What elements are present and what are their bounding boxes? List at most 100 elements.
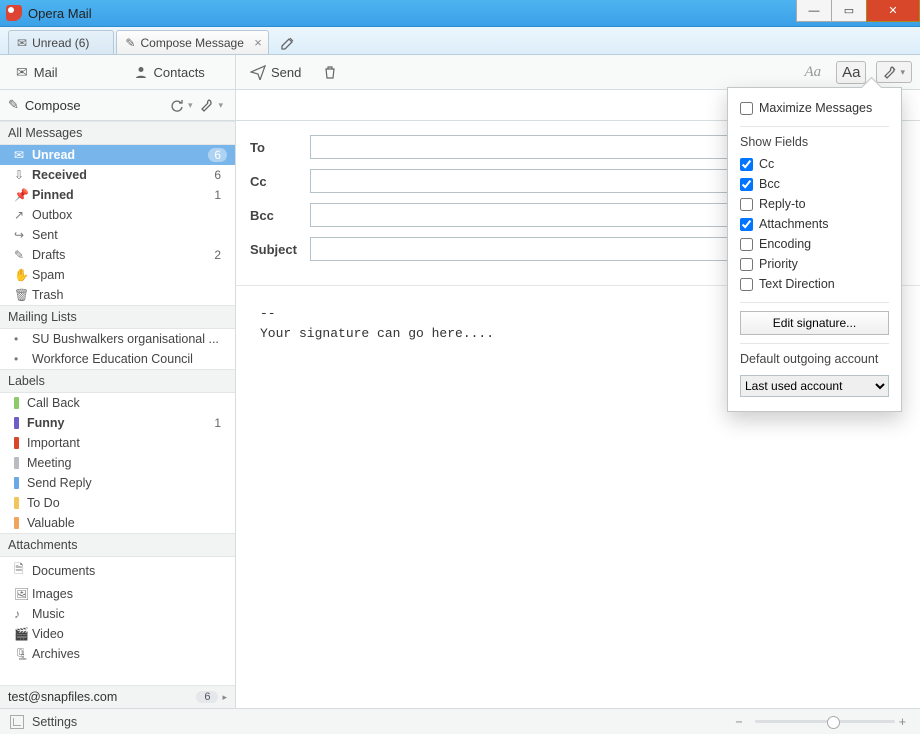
tab-compose[interactable]: ✎ Compose Message ×	[116, 30, 268, 54]
item-label: Pinned	[32, 188, 214, 202]
tab-close-button[interactable]: ×	[254, 35, 262, 50]
sidebar-item-images[interactable]: 🖼Images	[0, 584, 235, 604]
show-field-replyto[interactable]: Reply-to	[740, 194, 889, 214]
trash-icon	[323, 65, 337, 79]
show-field-encoding[interactable]: Encoding	[740, 234, 889, 254]
tab-unread[interactable]: ✉ Unread (6)	[8, 30, 114, 54]
send-button[interactable]: Send	[244, 61, 307, 83]
sidebar-item-workforce-education-council[interactable]: •Workforce Education Council	[0, 349, 235, 369]
zoom-in-button[interactable]: +	[895, 715, 910, 729]
sidebar-item-spam[interactable]: ✋Spam	[0, 265, 235, 285]
checkbox-textdir[interactable]	[740, 278, 753, 291]
sidebar-item-music[interactable]: ♪Music	[0, 604, 235, 624]
item-icon: ⇩	[14, 168, 32, 182]
window-close-button[interactable]: ✕	[866, 0, 920, 22]
checkbox-replyto[interactable]	[740, 198, 753, 211]
item-count: 1	[214, 188, 227, 202]
delete-button[interactable]	[317, 62, 343, 82]
show-field-priority[interactable]: Priority	[740, 254, 889, 274]
panel-toggle-icon[interactable]	[10, 715, 24, 729]
checkbox-attachments[interactable]	[740, 218, 753, 231]
item-label: Important	[27, 436, 227, 450]
font-style-sans-button[interactable]: Aa	[836, 61, 866, 84]
maximize-label: Maximize Messages	[759, 101, 872, 115]
maximize-checkbox[interactable]	[740, 102, 753, 115]
item-label: Funny	[27, 416, 214, 430]
item-icon: ♪	[14, 607, 32, 621]
account-row[interactable]: test@snapfiles.com 6 ▸	[0, 685, 235, 708]
sidebar-item-call-back[interactable]: Call Back	[0, 393, 235, 413]
checkbox-encoding[interactable]	[740, 238, 753, 251]
item-label: Music	[32, 607, 227, 621]
subject-input[interactable]	[310, 237, 750, 261]
window-title: Opera Mail	[28, 6, 92, 21]
show-field-bcc[interactable]: Bcc	[740, 174, 889, 194]
sidebar-item-pinned[interactable]: 📌Pinned1	[0, 185, 235, 205]
sidebar-item-video[interactable]: 🎬Video	[0, 624, 235, 644]
sidebar-item-received[interactable]: ⇩Received6	[0, 165, 235, 185]
checkbox-cc[interactable]	[740, 158, 753, 171]
item-label: SU Bushwalkers organisational ...	[32, 332, 227, 346]
compose-options-panel: Maximize Messages Show Fields CcBccReply…	[727, 87, 902, 412]
opera-icon	[6, 5, 22, 21]
sidebar-item-documents[interactable]: 🗎Documents	[0, 557, 235, 584]
sidebar-item-trash[interactable]: 🗑Trash	[0, 285, 235, 305]
item-label: Outbox	[32, 208, 227, 222]
sidebar-item-sent[interactable]: ↪Sent	[0, 225, 235, 245]
section-attachments[interactable]: Attachments	[0, 533, 235, 557]
new-compose-button[interactable]	[277, 32, 299, 54]
item-icon: 📌	[14, 188, 32, 202]
show-field-textdir[interactable]: Text Direction	[740, 274, 889, 294]
show-field-attachments[interactable]: Attachments	[740, 214, 889, 234]
sidebar-item-to-do[interactable]: To Do	[0, 493, 235, 513]
edit-signature-button[interactable]: Edit signature...	[740, 311, 889, 335]
item-label: Spam	[32, 268, 227, 282]
section-all-messages[interactable]: All Messages	[0, 121, 235, 145]
maximize-messages-option[interactable]: Maximize Messages	[740, 98, 889, 118]
section-mailing-lists[interactable]: Mailing Lists	[0, 305, 235, 329]
envelope-icon: ✉	[17, 36, 27, 50]
sidebar-item-valuable[interactable]: Valuable	[0, 513, 235, 533]
to-input[interactable]	[310, 135, 750, 159]
sidebar-item-important[interactable]: Important	[0, 433, 235, 453]
settings-link[interactable]: Settings	[32, 715, 77, 729]
send-label: Send	[271, 65, 301, 80]
font-style-serif-button[interactable]: Aa	[799, 62, 826, 83]
show-field-cc[interactable]: Cc	[740, 154, 889, 174]
zoom-out-button[interactable]: −	[731, 715, 746, 729]
sidebar-item-su-bushwalkers-organisational-[interactable]: •SU Bushwalkers organisational ...	[0, 329, 235, 349]
window-minimize-button[interactable]: —	[796, 0, 832, 22]
option-label: Cc	[759, 157, 774, 171]
sidebar-item-unread[interactable]: ✉Unread6	[0, 145, 235, 165]
item-label: Meeting	[27, 456, 227, 470]
sidebar-item-funny[interactable]: Funny1	[0, 413, 235, 433]
section-labels[interactable]: Labels	[0, 369, 235, 393]
compose-content: To Cc Bcc Subject -- Your signature can …	[236, 121, 920, 708]
item-icon: •	[14, 332, 32, 346]
sidebar-item-outbox[interactable]: ↗Outbox	[0, 205, 235, 225]
mail-tab[interactable]: ✉ Mail	[0, 64, 118, 81]
subject-label: Subject	[250, 242, 310, 257]
item-label: Archives	[32, 647, 227, 661]
option-label: Reply-to	[759, 197, 806, 211]
item-icon: ✉	[14, 148, 32, 162]
contacts-tab[interactable]: Contacts	[118, 65, 236, 80]
sidebar-item-meeting[interactable]: Meeting	[0, 453, 235, 473]
sidebar-item-drafts[interactable]: ✎Drafts2	[0, 245, 235, 265]
sidebar-item-archives[interactable]: 🗜Archives	[0, 644, 235, 664]
checkbox-priority[interactable]	[740, 258, 753, 271]
label-color-swatch	[14, 397, 19, 409]
zoom-slider[interactable]	[755, 720, 895, 723]
default-account-select[interactable]: Last used account	[740, 375, 889, 397]
cc-label: Cc	[250, 174, 310, 189]
refresh-button[interactable]	[166, 98, 197, 112]
cc-input[interactable]	[310, 169, 750, 193]
tools-button[interactable]	[196, 98, 227, 112]
item-label: Valuable	[27, 516, 227, 530]
sidebar-item-send-reply[interactable]: Send Reply	[0, 473, 235, 493]
compose-options-button[interactable]: ▾	[876, 61, 912, 83]
sidebar: All Messages ✉Unread6⇩Received6📌Pinned1↗…	[0, 121, 236, 708]
window-maximize-button[interactable]: ▭	[831, 0, 867, 22]
checkbox-bcc[interactable]	[740, 178, 753, 191]
bcc-input[interactable]	[310, 203, 750, 227]
